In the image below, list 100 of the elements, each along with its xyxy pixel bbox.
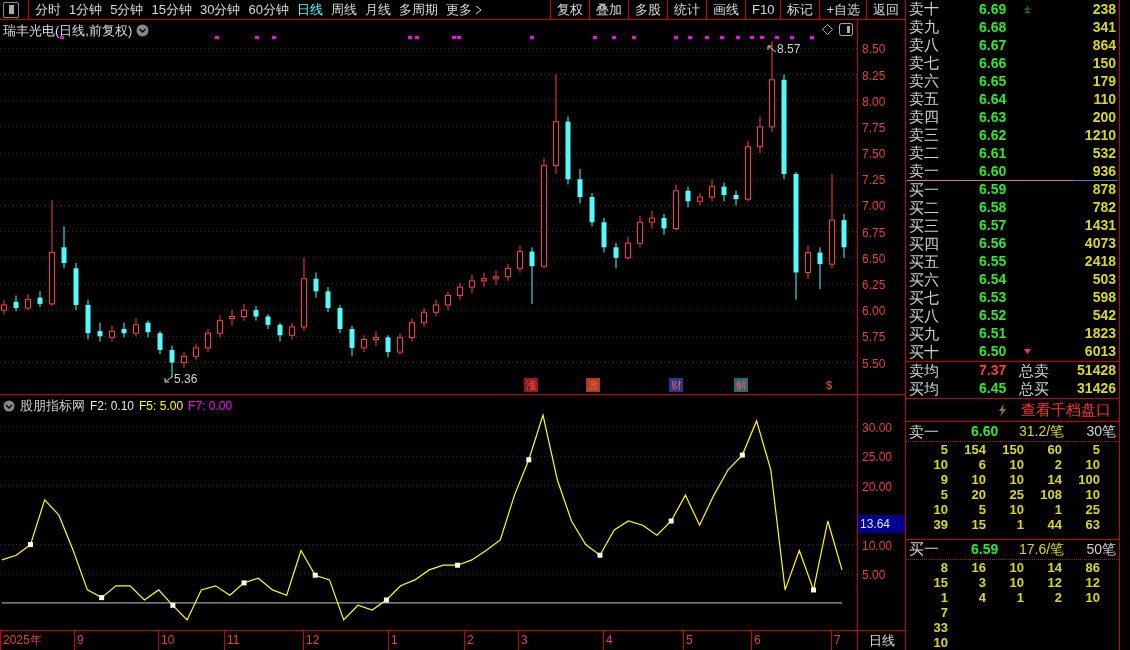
- indicator-axis-label: 5.00: [862, 567, 886, 585]
- low-price-label: 5.36: [174, 371, 198, 388]
- diamond-icon[interactable]: [822, 24, 833, 35]
- queue-cell-text: 154: [963, 442, 986, 458]
- candle: [37, 290, 43, 308]
- candle: [265, 313, 271, 330]
- signal-marker: [739, 452, 745, 458]
- order-price: 6.66: [979, 53, 1008, 73]
- panel-toggle-icon[interactable]: [3, 1, 19, 18]
- candle: [61, 225, 67, 269]
- candle: [817, 246, 823, 290]
- candle: [85, 299, 91, 340]
- period-tab[interactable]: 日线: [296, 0, 323, 20]
- toolbar-button[interactable]: 标记: [780, 0, 820, 19]
- price-axis-label: 5.50: [862, 355, 886, 373]
- signal-marker: [455, 562, 461, 568]
- order-level-label: 买二: [909, 197, 940, 218]
- queue-count: 50笔: [1085, 540, 1116, 559]
- period-tab[interactable]: 1分钟: [69, 0, 103, 20]
- order-price: 6.59: [979, 180, 1008, 200]
- period-tab[interactable]: 60分钟: [248, 0, 289, 20]
- queue-cell-text: 14: [1046, 472, 1062, 488]
- average-label: 卖均: [909, 360, 940, 381]
- candle: [409, 318, 415, 343]
- order-price: 6.53: [979, 288, 1008, 308]
- toolbar-button[interactable]: 统计: [667, 0, 706, 19]
- toolbar-button[interactable]: +自选: [819, 0, 866, 19]
- candle: [217, 314, 223, 338]
- candle: [361, 334, 367, 353]
- queue-count: 30笔: [1085, 422, 1116, 442]
- candle: [733, 190, 739, 206]
- date-axis-label: 11: [224, 631, 240, 650]
- signal-marker: [668, 518, 674, 524]
- candle: [673, 184, 679, 232]
- order-level-label: 卖六: [909, 70, 940, 91]
- average-label: 买均: [909, 378, 940, 399]
- toolbar-button[interactable]: 叠加: [589, 0, 628, 19]
- indicator-axis-label: 25.00: [862, 449, 893, 467]
- queue-cell-text: 10: [932, 502, 948, 518]
- toolbar-button[interactable]: 返回: [866, 0, 905, 19]
- queue-cell-text: 4: [977, 590, 986, 605]
- dropdown-icon[interactable]: [3, 399, 15, 412]
- order-price: 6.57: [979, 216, 1008, 236]
- queue-cell-text: 10: [970, 472, 986, 488]
- order-volume: 503: [1091, 270, 1116, 290]
- period-tab[interactable]: 多周期: [398, 0, 438, 20]
- queue-cell-text: 12: [1084, 575, 1100, 590]
- order-level-label: 卖九: [909, 16, 940, 37]
- candle: [421, 307, 427, 328]
- toolbar-button[interactable]: F10: [745, 0, 781, 19]
- period-tab[interactable]: 5分钟: [110, 0, 144, 20]
- depth-link[interactable]: 查看千档盘口: [1021, 398, 1111, 422]
- queue-cell-text: 8: [939, 560, 948, 575]
- indicator-axis-label: 10.00: [862, 537, 893, 555]
- queue-cell-text: 5: [939, 487, 948, 503]
- period-tab[interactable]: 更多: [445, 0, 482, 20]
- queue-cell-text: 1: [1053, 502, 1062, 518]
- candle: [685, 186, 691, 209]
- date-axis-label: 4: [603, 631, 613, 650]
- signal-marker: [526, 457, 532, 463]
- order-level-label: 卖十: [909, 0, 940, 19]
- period-tab[interactable]: 月线: [364, 0, 391, 20]
- queue-label: 卖一: [909, 421, 940, 442]
- period-tab[interactable]: 15分钟: [151, 0, 192, 20]
- candle: [253, 305, 259, 322]
- order-price: 6.56: [979, 234, 1008, 254]
- indicator-legend: F7: 0.00: [188, 396, 233, 415]
- period-tab[interactable]: 分时: [35, 0, 61, 20]
- queue-cell-text: 1: [1015, 517, 1024, 533]
- candle: [457, 282, 463, 301]
- toolbar-button[interactable]: 多股: [628, 0, 667, 19]
- toolbar-button[interactable]: 复权: [550, 0, 589, 19]
- dropdown-icon[interactable]: [136, 24, 150, 38]
- chevron-right-icon: [474, 4, 482, 15]
- toolbar-button[interactable]: 画线: [706, 0, 745, 19]
- signal-marker: [170, 602, 176, 608]
- candle: [289, 322, 295, 340]
- indicator-legend: F5: 5.00: [139, 396, 184, 415]
- queue-cell-text: 10: [1008, 575, 1024, 590]
- candle: [385, 334, 391, 358]
- queue-price: 6.59: [971, 540, 1000, 559]
- signal-marker: [27, 542, 33, 548]
- panel-toggle-icon[interactable]: [839, 23, 853, 36]
- order-volume: 598: [1091, 288, 1116, 308]
- candle: [697, 192, 703, 206]
- order-volume: 179: [1091, 71, 1116, 91]
- candle: [193, 343, 199, 361]
- order-level-label: 卖七: [909, 52, 940, 73]
- average-price: 7.37: [979, 361, 1008, 381]
- date-axis-label: 1: [388, 631, 398, 650]
- period-tab[interactable]: 30分钟: [199, 0, 241, 20]
- price-axis-label: 7.75: [862, 119, 886, 137]
- order-volume: 341: [1091, 17, 1116, 37]
- period-tab[interactable]: 周线: [330, 0, 357, 20]
- candle: [841, 213, 847, 259]
- price-axis-label: 8.25: [862, 67, 886, 85]
- date-axis-label: 2: [464, 631, 474, 650]
- queue-cell-text: 39: [932, 517, 948, 533]
- queue-cell-text: 10: [1008, 457, 1024, 473]
- queue-cell-text: 5: [1091, 442, 1100, 458]
